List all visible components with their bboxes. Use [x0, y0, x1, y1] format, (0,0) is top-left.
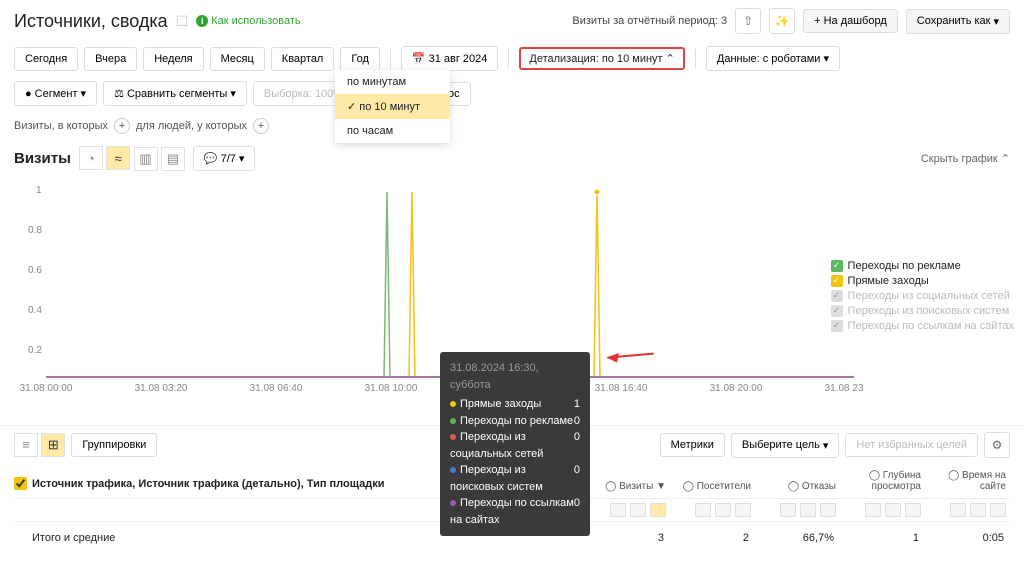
series-count-button[interactable]: 💬 7/7 ▾: [193, 146, 256, 171]
data-mode-dropdown[interactable]: Данные: с роботами ▾: [706, 46, 840, 71]
add-visit-filter[interactable]: +: [114, 118, 130, 134]
detail-dropdown[interactable]: Детализация: по 10 минут ⌃: [519, 47, 685, 70]
svg-text:0.8: 0.8: [28, 225, 42, 236]
chart-svg: 1 0.8 0.6 0.4 0.2 31.08 00:00 31.08 03:2…: [14, 177, 864, 397]
view-list-icon[interactable]: ≡: [14, 433, 38, 457]
dimension-checkbox[interactable]: [14, 477, 27, 490]
hide-chart-link[interactable]: Скрыть график ⌃: [921, 152, 1010, 165]
total-visitors: 2: [670, 532, 755, 544]
chart-mode-pie[interactable]: ◔: [79, 146, 103, 170]
svg-text:31.08 00:00: 31.08 00:00: [20, 383, 73, 394]
chart-mode-table[interactable]: ▤: [161, 147, 185, 171]
total-visits: 3: [585, 532, 670, 544]
detail-option-minutes[interactable]: по минутам: [335, 70, 450, 94]
detail-option-hours[interactable]: по часам: [335, 119, 450, 143]
detail-option-ten-min[interactable]: по 10 минут: [335, 94, 450, 119]
period-quarter[interactable]: Квартал: [271, 47, 335, 71]
period-week[interactable]: Неделя: [143, 47, 203, 71]
svg-text:0.2: 0.2: [28, 345, 42, 356]
svg-text:31.08 03:20: 31.08 03:20: [135, 383, 188, 394]
period-today[interactable]: Сегодня: [14, 47, 78, 71]
svg-text:0.6: 0.6: [28, 265, 42, 276]
goal-select[interactable]: Выберите цель ▾: [731, 433, 840, 458]
svg-text:31.08 10:00: 31.08 10:00: [365, 383, 418, 394]
legend-item[interactable]: ✓Переходы из социальных сетей: [831, 290, 1014, 302]
bookmark-icon[interactable]: ☐: [176, 13, 189, 30]
period-yesterday[interactable]: Вчера: [84, 47, 137, 71]
add-people-filter[interactable]: +: [253, 118, 269, 134]
chart-mode-line[interactable]: ≈: [106, 146, 130, 170]
chart-mode-bar[interactable]: ▥: [134, 147, 158, 171]
people-filter-label: для людей, у которых: [136, 120, 247, 132]
add-dashboard-button[interactable]: + На дашборд: [803, 9, 898, 33]
col-time[interactable]: ◯ Время на сайте: [925, 464, 1010, 498]
detail-dropdown-menu: по минутам по 10 минут по часам: [335, 70, 450, 143]
visits-filter-label: Визиты, в которых: [14, 120, 108, 132]
groupings-button[interactable]: Группировки: [71, 433, 157, 457]
metrics-button[interactable]: Метрики: [660, 433, 725, 457]
legend-item[interactable]: ✓Переходы по ссылкам на сайтах: [831, 320, 1014, 332]
period-year[interactable]: Год: [340, 47, 380, 71]
total-depth: 1: [840, 532, 925, 544]
share-icon[interactable]: ⇧: [735, 8, 761, 34]
date-picker[interactable]: 📅 31 авг 2024: [401, 46, 499, 71]
svg-text:31.08 20:00: 31.08 20:00: [710, 383, 763, 394]
svg-text:31.08 16:40: 31.08 16:40: [595, 383, 648, 394]
col-depth[interactable]: ◯ Глубина просмотра: [840, 464, 925, 498]
col-visitors[interactable]: ◯ Посетители: [670, 475, 755, 498]
svg-text:1: 1: [36, 185, 42, 196]
total-bounce: 66,7%: [755, 532, 840, 544]
svg-text:0.4: 0.4: [28, 305, 42, 316]
compare-segments-button[interactable]: ⚖ Сравнить сегменты ▾: [103, 81, 247, 106]
legend-item[interactable]: ✓Прямые заходы: [831, 275, 1014, 287]
dimension-label: Источник трафика, Источник трафика (дета…: [32, 478, 385, 490]
svg-text:31.08 06:40: 31.08 06:40: [250, 383, 303, 394]
period-month[interactable]: Месяц: [210, 47, 265, 71]
view-tree-icon[interactable]: ⊞: [41, 433, 65, 457]
legend-item[interactable]: ✓Переходы по рекламе: [831, 260, 1014, 272]
segment-button[interactable]: ● Сегмент ▾: [14, 81, 97, 106]
visits-period: Визиты за отчётный период: 3: [572, 15, 727, 27]
col-bounce[interactable]: ◯ Отказы: [755, 475, 840, 498]
ai-icon[interactable]: ✨: [769, 8, 795, 34]
total-time: 0:05: [925, 532, 1010, 544]
settings-gear-icon[interactable]: ⚙: [984, 432, 1010, 458]
no-fav-goals: Нет избранных целей: [845, 433, 978, 457]
col-visits[interactable]: ◯ Визиты ▼: [585, 475, 670, 498]
legend-item[interactable]: ✓Переходы из поисковых систем: [831, 305, 1014, 317]
save-as-button[interactable]: Сохранить как ▾: [906, 9, 1010, 34]
page-title: Источники, сводка: [14, 11, 168, 32]
chart-title: Визиты: [14, 150, 71, 167]
chart-tooltip: 31.08.2024 16:30, суббота Прямые заходы1…: [440, 352, 590, 536]
svg-text:31.08 23:20: 31.08 23:20: [825, 383, 864, 394]
how-to-link[interactable]: Как использовать: [196, 15, 300, 27]
chart-legend: ✓Переходы по рекламе ✓Прямые заходы ✓Перех…: [831, 257, 1014, 335]
